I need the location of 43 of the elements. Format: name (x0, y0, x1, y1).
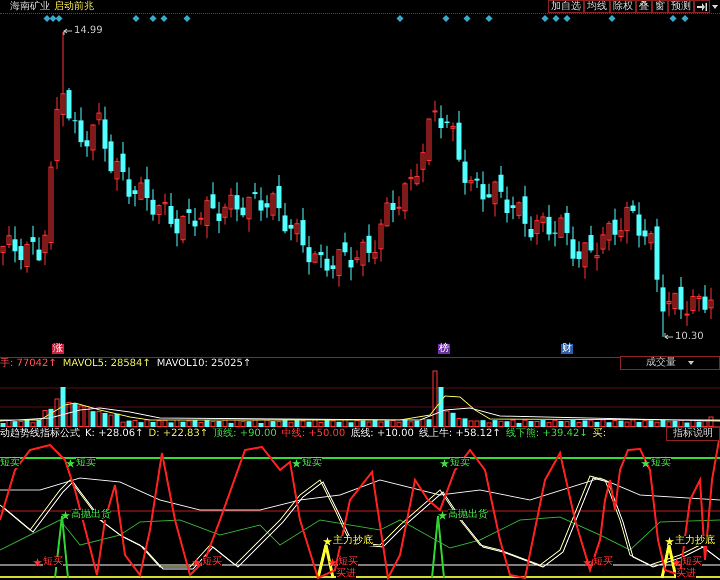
signal-label: 高抛出货 (448, 510, 488, 520)
price-label: 10.30 (675, 332, 704, 342)
signal-label: 短买 (682, 557, 702, 567)
signal-label: 短卖 (302, 458, 322, 468)
toolbar-button[interactable]: 预测 (668, 0, 694, 13)
volume-readout: MAVOL5: 28584↑ (62, 359, 151, 369)
signal-label: 短卖 (651, 458, 671, 468)
stock-name: 海南矿业 (10, 2, 50, 12)
signal-label: 短卖 (450, 458, 470, 468)
signal-label: 高抛出货 (71, 510, 111, 520)
price-label: 14.99 (74, 26, 103, 36)
indicator-readout: 中线: +50.00 (282, 429, 346, 439)
event-tag[interactable]: 涨 (52, 344, 64, 354)
indicator-help-button[interactable]: 指标说明 (666, 427, 720, 441)
toolbar-button[interactable]: 叠 (636, 0, 652, 13)
signal-label: 短卖 (76, 458, 96, 468)
signal-name: 启动前兆 (54, 2, 94, 12)
signal-label: 短买 (202, 557, 222, 567)
indicator-readout: K: +28.06↑ (85, 429, 144, 439)
toolbar-button[interactable]: 除权 (610, 0, 636, 13)
signal-label: 短买 (43, 557, 63, 567)
signal-label: 主力抄底 (333, 536, 373, 546)
indicator-readout: 动趋势线指标公式 (0, 429, 80, 439)
indicator-readout: 顶线: +90.00 (213, 429, 277, 439)
indicator-readout: 线上牛: +58.12↑ (418, 429, 501, 439)
event-tag[interactable]: 财 (561, 344, 573, 354)
volume-readout: MAVOL10: 25025↑ (156, 359, 252, 369)
signal-label: 主力抄底 (675, 536, 715, 546)
signal-label: 短买 (338, 557, 358, 567)
toolbar-button[interactable]: 窗 (652, 0, 668, 13)
indicator-readout: 买: (592, 429, 606, 439)
signal-label: 短卖 (0, 458, 20, 468)
indicator-readout: 底线: +10.00 (350, 429, 414, 439)
event-tag[interactable]: 榜 (438, 344, 450, 354)
signal-label: 买进 (336, 569, 356, 579)
signal-label: 短买 (593, 557, 613, 567)
indicator-readout: D: +22.83↑ (148, 429, 208, 439)
volume-readout: 手: 77042↑ (0, 359, 57, 369)
indicator-selector[interactable]: 成交量 (620, 356, 720, 370)
indicator-readout: 线下熊: +39.42↓ (506, 429, 588, 439)
toolbar-button[interactable]: 均线 (584, 0, 610, 13)
signal-label: 买进 (676, 569, 696, 579)
toolbar-button[interactable]: 加自选 (548, 0, 584, 13)
